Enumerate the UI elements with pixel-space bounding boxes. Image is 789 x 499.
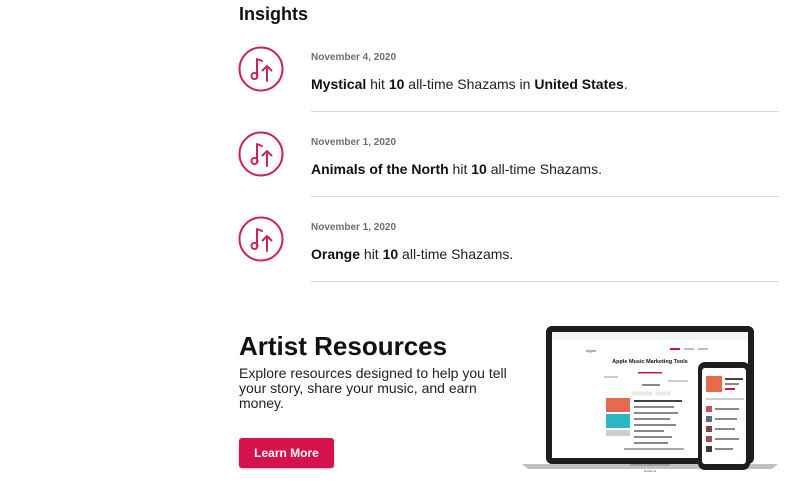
- insight-count: 10: [388, 76, 405, 92]
- screen-title: Apple Music Marketing Tools: [612, 359, 688, 365]
- insights-heading: Insights: [239, 4, 309, 24]
- music-note-up-arrow-icon: [238, 46, 284, 92]
- music-note-up-arrow-icon: [238, 131, 284, 177]
- laptop-label: MacBook: [644, 469, 657, 473]
- learn-more-button[interactable]: Learn More: [239, 438, 334, 468]
- screen-brand: Apple: [586, 348, 597, 353]
- insight-item: November 1, 2020 Orange hit 10 all-time …: [238, 214, 779, 299]
- insight-date: November 1, 2020: [311, 222, 397, 233]
- insight-count: 10: [471, 161, 487, 177]
- artist-resources-heading: Artist Resources: [239, 331, 448, 361]
- insight-item: November 4, 2020 Mystical hit 10 all-tim…: [238, 44, 779, 129]
- insights-list: November 4, 2020 Mystical hit 10 all-tim…: [238, 44, 779, 299]
- insight-message: Orange hit 10 all-time Shazams.: [311, 246, 514, 262]
- artist-resources-description: Explore resources designed to help you t…: [239, 365, 507, 411]
- music-note-up-arrow-icon: [238, 216, 284, 262]
- insight-message: Mystical hit 10 all-time Shazams in Unit…: [311, 76, 628, 92]
- insight-item: November 1, 2020 Animals of the North hi…: [238, 129, 779, 214]
- devices-illustration: Apple Apple Music Marketing Tools MacBoo…: [522, 326, 778, 473]
- insight-count: 10: [382, 246, 399, 262]
- insight-date: November 4, 2020: [311, 52, 397, 63]
- insight-subject: Mystical: [311, 76, 367, 92]
- insight-subject: Animals of the North: [311, 161, 449, 177]
- insight-message: Animals of the North hit 10 all-time Sha…: [311, 161, 602, 177]
- insight-subject: Orange: [311, 246, 361, 262]
- insight-date: November 1, 2020: [311, 137, 397, 148]
- insight-location: United States: [534, 76, 624, 92]
